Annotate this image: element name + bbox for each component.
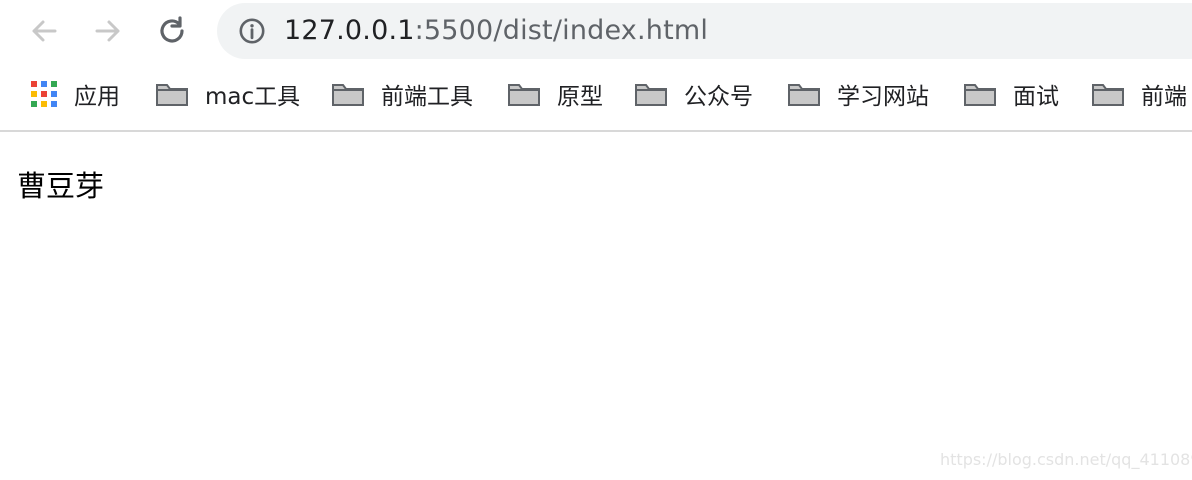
bookmark-label: 前端工具 <box>381 84 473 110</box>
bookmark-frontend[interactable]: 前端 <box>1091 72 1187 116</box>
bookmark-interview[interactable]: 面试 <box>963 72 1059 116</box>
bookmarks-bar: 应用 mac工具 前端工具 原型 公众号 学习网站 面试 前端 <box>0 72 1192 116</box>
folder-icon <box>332 84 364 106</box>
reload-button[interactable] <box>154 13 190 49</box>
url-host: 127.0.0.1 <box>284 15 415 46</box>
bookmark-label: 原型 <box>557 84 603 110</box>
folder-icon <box>508 84 540 106</box>
bookmark-learning-sites[interactable]: 学习网站 <box>787 72 929 116</box>
folder-icon <box>964 84 996 106</box>
reload-icon <box>160 16 184 43</box>
bookmark-label: mac工具 <box>205 84 301 110</box>
page-content: 曹豆芽 <box>0 132 1192 480</box>
address-url[interactable]: 127.0.0.1:5500/dist/index.html <box>284 15 708 47</box>
forward-arrow-icon <box>95 20 120 42</box>
forward-button[interactable] <box>90 13 126 49</box>
url-path: :5500/dist/index.html <box>414 15 709 46</box>
folder-icon <box>635 84 667 106</box>
info-icon[interactable] <box>238 17 266 45</box>
folder-icon <box>1092 84 1124 106</box>
bookmark-label: 公众号 <box>684 84 753 110</box>
browser-chrome: 127.0.0.1:5500/dist/index.html 应用 mac工具 … <box>0 0 1192 132</box>
bookmark-prototype[interactable]: 原型 <box>507 72 603 116</box>
bookmark-mac-tools[interactable]: mac工具 <box>155 72 300 116</box>
page-text: 曹豆芽 <box>17 169 105 203</box>
bookmark-label: 前端 <box>1141 84 1187 110</box>
apps-grid-icon <box>30 80 58 108</box>
bookmark-frontend-tools[interactable]: 前端工具 <box>331 72 473 116</box>
back-button[interactable] <box>26 13 62 49</box>
bookmark-label: 应用 <box>74 84 120 110</box>
back-arrow-icon <box>32 20 57 42</box>
folder-icon <box>788 84 820 106</box>
folder-icon <box>156 84 188 106</box>
bookmark-official-accounts[interactable]: 公众号 <box>634 72 753 116</box>
address-bar[interactable]: 127.0.0.1:5500/dist/index.html <box>217 3 1192 59</box>
browser-toolbar: 127.0.0.1:5500/dist/index.html <box>0 0 1192 66</box>
bookmark-apps[interactable]: 应用 <box>30 72 120 116</box>
watermark-text: https://blog.csdn.net/qq_41108972 <box>940 450 1192 469</box>
bookmark-label: 学习网站 <box>837 84 929 110</box>
bookmark-label: 面试 <box>1013 84 1059 110</box>
